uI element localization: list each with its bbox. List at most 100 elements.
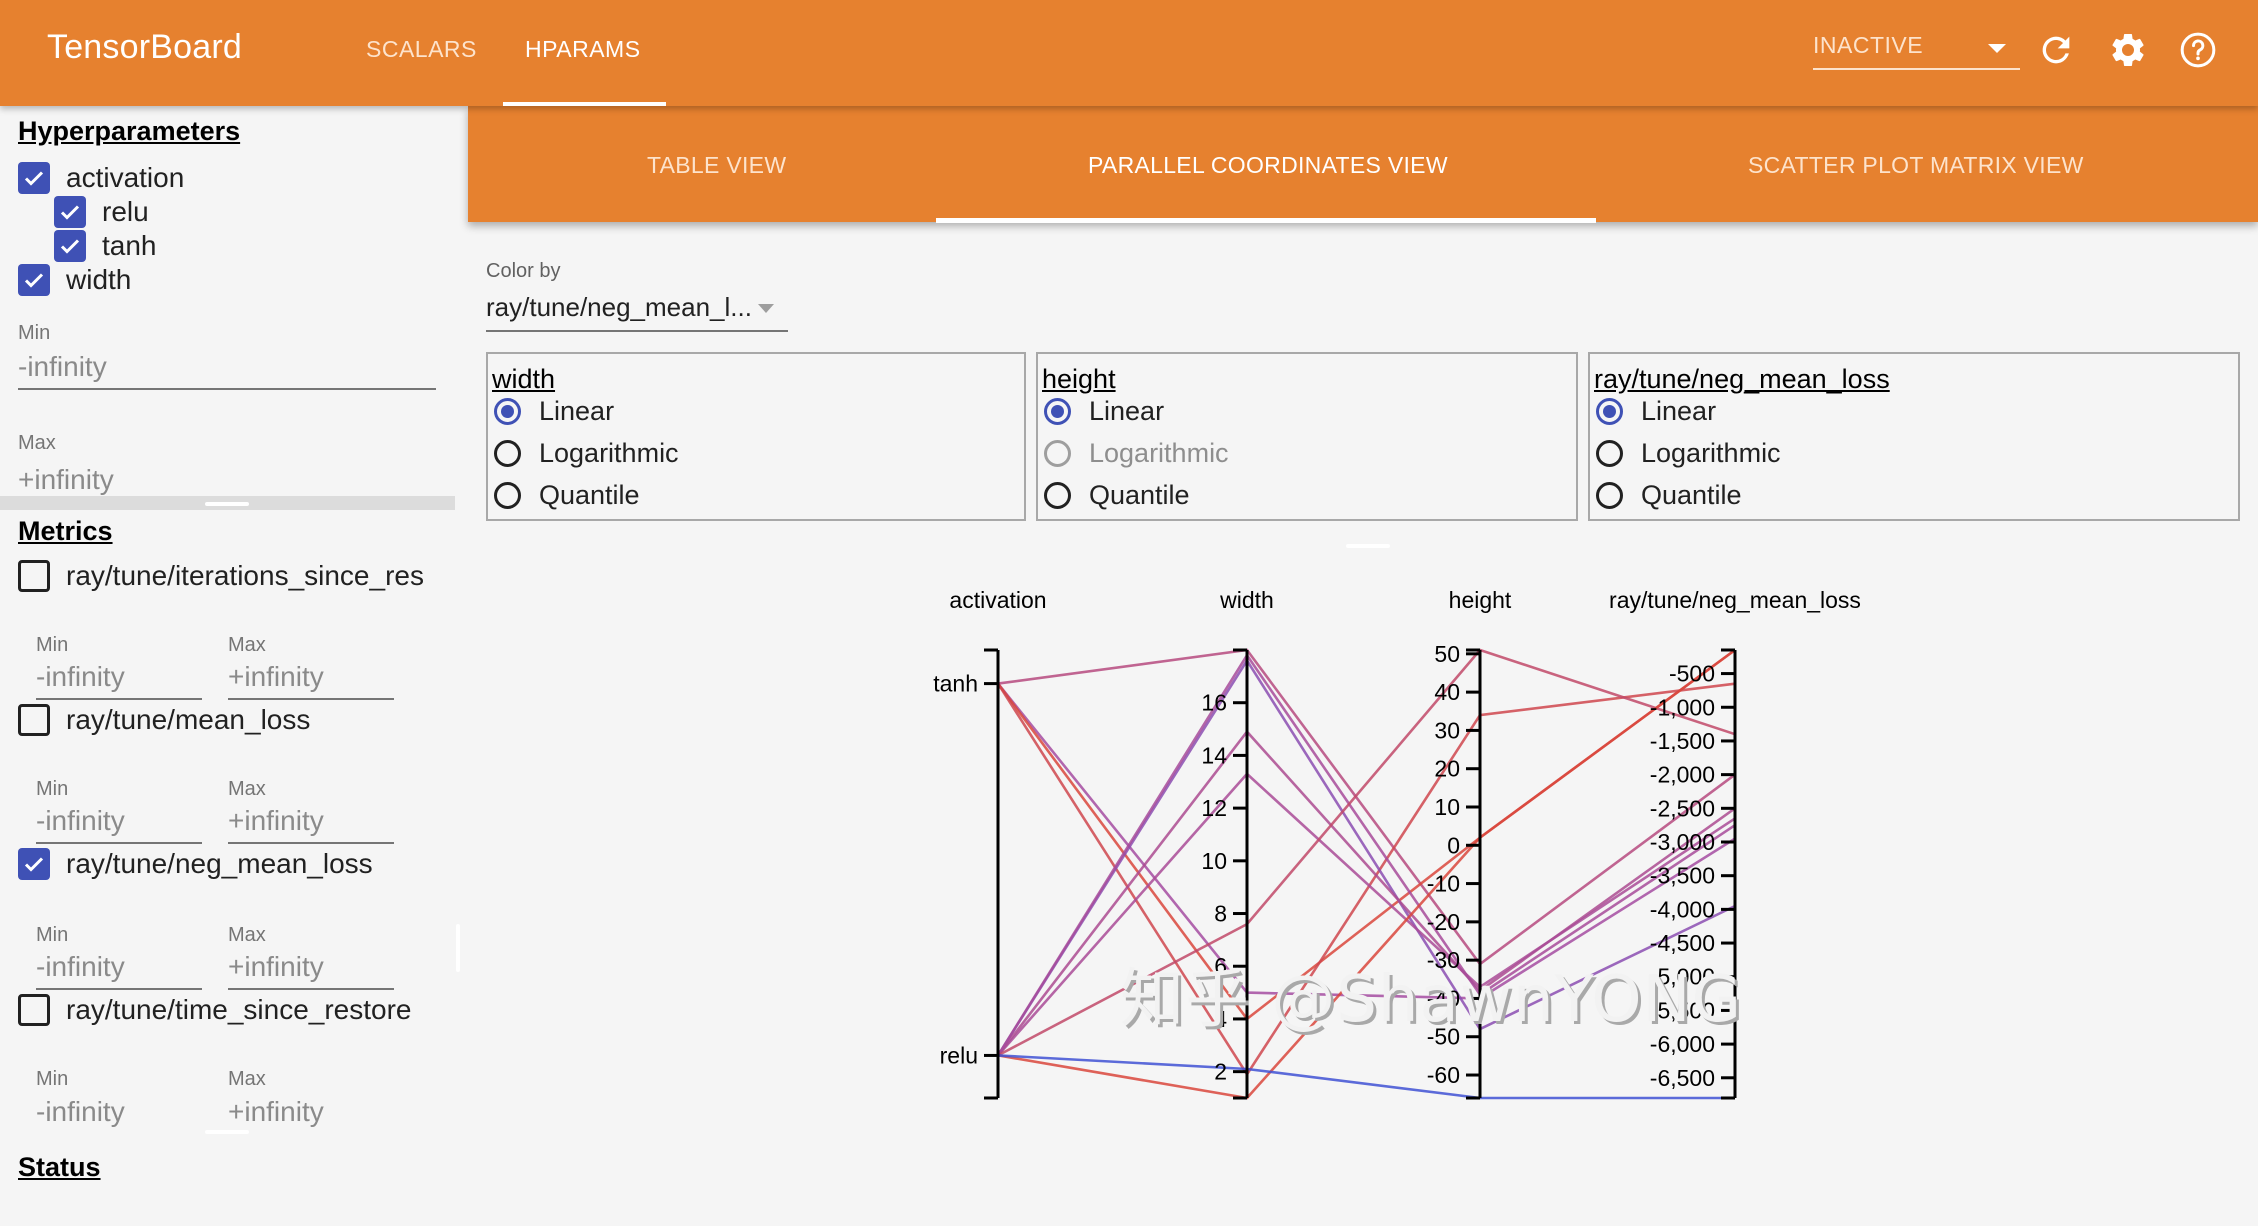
status-heading: Status bbox=[18, 1152, 101, 1182]
scale-options-height: height Linear Logarithmic Quantile bbox=[1036, 352, 1578, 521]
metric-checkbox-iterations-since-restore[interactable]: ray/tune/iterations_since_res bbox=[18, 560, 424, 592]
metric-max-input[interactable] bbox=[228, 800, 394, 844]
main-content: TABLE VIEW PARALLEL COORDINATES VIEW SCA… bbox=[468, 106, 2258, 1190]
active-tab-indicator bbox=[503, 102, 666, 106]
app-title: TensorBoard bbox=[47, 28, 242, 66]
checkbox-label: width bbox=[66, 264, 132, 295]
chevron-down-icon bbox=[1988, 44, 2006, 53]
axis-tick-label: 10 bbox=[1201, 848, 1227, 874]
metric-checkbox-mean-loss[interactable]: ray/tune/mean_loss bbox=[18, 704, 310, 736]
checkbox-checked-icon bbox=[54, 230, 86, 262]
metric-max-input[interactable] bbox=[228, 656, 394, 700]
axis-tick-label: 14 bbox=[1201, 742, 1227, 768]
radio-label: Linear bbox=[1089, 396, 1165, 426]
width-max-input[interactable] bbox=[18, 458, 436, 496]
metric-min-input[interactable] bbox=[36, 946, 202, 990]
axis-tick-label: 12 bbox=[1201, 795, 1227, 821]
metric-max-input[interactable] bbox=[228, 946, 394, 990]
metric-min-label: Min bbox=[36, 778, 69, 800]
settings-icon[interactable] bbox=[2108, 30, 2148, 70]
axis-tick-label: 8 bbox=[1214, 901, 1227, 927]
nav-tab-scalars[interactable]: SCALARS bbox=[366, 36, 477, 63]
axis-tick-label: 6 bbox=[1214, 953, 1227, 979]
color-by-dropdown[interactable]: ray/tune/neg_mean_l... bbox=[486, 292, 788, 332]
scale-options-width: width Linear Logarithmic Quantile bbox=[486, 352, 1026, 521]
top-app-bar: TensorBoard SCALARS HPARAMS INACTIVE bbox=[0, 0, 2258, 106]
scale-options-neg-mean-loss: ray/tune/neg_mean_loss Linear Logarithmi… bbox=[1588, 352, 2240, 521]
radio-quantile[interactable]: Quantile bbox=[1044, 480, 1190, 511]
radio-linear[interactable]: Linear bbox=[494, 396, 614, 427]
metric-min-input[interactable] bbox=[36, 656, 202, 700]
metric-max-label: Max bbox=[228, 778, 266, 800]
hparam-checkbox-width[interactable]: width bbox=[18, 264, 131, 296]
tab-scatter-plot-matrix-view[interactable]: SCATTER PLOT MATRIX VIEW bbox=[1748, 152, 2084, 179]
axis-title: height bbox=[1449, 587, 1512, 613]
run-selector-dropdown[interactable]: INACTIVE bbox=[1813, 32, 2020, 70]
panel-resize-handle[interactable] bbox=[205, 502, 249, 506]
metric-checkbox-neg-mean-loss[interactable]: ray/tune/neg_mean_loss bbox=[18, 848, 373, 880]
radio-label: Linear bbox=[539, 396, 615, 426]
width-min-input[interactable] bbox=[18, 346, 436, 390]
help-icon[interactable] bbox=[2178, 30, 2218, 70]
hparam-checkbox-relu[interactable]: relu bbox=[54, 196, 149, 228]
metric-checkbox-time-since-restore[interactable]: ray/tune/time_since_restore bbox=[18, 994, 412, 1026]
hparam-checkbox-tanh[interactable]: tanh bbox=[54, 230, 157, 262]
radio-disabled-icon bbox=[1044, 440, 1071, 467]
axis-tick-label: 20 bbox=[1434, 756, 1460, 782]
axis-tick-label: 30 bbox=[1434, 717, 1460, 743]
run-line-9 bbox=[997, 648, 1736, 1100]
radio-label: Linear bbox=[1641, 396, 1717, 426]
checkbox-label: ray/tune/neg_mean_loss bbox=[66, 848, 373, 879]
tab-parallel-coordinates-view[interactable]: PARALLEL COORDINATES VIEW bbox=[1088, 152, 1448, 179]
active-view-indicator bbox=[936, 218, 1596, 223]
radio-logarithmic[interactable]: Logarithmic bbox=[494, 438, 679, 469]
hparam-checkbox-activation[interactable]: activation bbox=[18, 162, 184, 194]
axis-tick-label: -4,500 bbox=[1650, 930, 1715, 956]
checkbox-label: ray/tune/iterations_since_res bbox=[66, 560, 424, 591]
checkbox-label: activation bbox=[66, 162, 185, 193]
radio-quantile[interactable]: Quantile bbox=[494, 480, 640, 511]
status-panel: Status bbox=[0, 1140, 455, 1190]
panel-resize-handle[interactable] bbox=[205, 1130, 249, 1134]
panel-resize-handle[interactable] bbox=[1346, 544, 1390, 548]
axis-title: ray/tune/neg_mean_loss bbox=[1609, 587, 1861, 613]
run-line-5 bbox=[996, 729, 1736, 1057]
scale-title: width bbox=[492, 364, 556, 394]
color-by-label: Color by bbox=[486, 260, 561, 282]
metric-max-label: Max bbox=[228, 924, 266, 946]
axis-tick-label: 4 bbox=[1214, 1006, 1227, 1032]
nav-tab-hparams[interactable]: HPARAMS bbox=[525, 36, 641, 63]
metric-min-input[interactable] bbox=[36, 1090, 202, 1134]
axis-tick-label: -10 bbox=[1427, 871, 1460, 897]
refresh-icon[interactable] bbox=[2036, 30, 2076, 70]
axis-tick-label: 2 bbox=[1214, 1059, 1227, 1085]
metric-min-label: Min bbox=[36, 634, 69, 656]
parallel-coordinates-chart[interactable]: activation tanh relu width 2 4 6 8 10 12 14 16 heigh… bbox=[468, 556, 2258, 1190]
axis-tick-label: -4,000 bbox=[1650, 896, 1715, 922]
sidebar-resize-handle[interactable] bbox=[456, 924, 460, 972]
checkbox-checked-icon bbox=[18, 162, 50, 194]
axis-tick-label: -3,500 bbox=[1650, 863, 1715, 889]
radio-linear[interactable]: Linear bbox=[1044, 396, 1164, 427]
metric-min-label: Min bbox=[36, 924, 69, 946]
checkbox-checked-icon bbox=[18, 848, 50, 880]
radio-logarithmic[interactable]: Logarithmic bbox=[1596, 438, 1781, 469]
metrics-heading: Metrics bbox=[18, 516, 113, 546]
metric-min-input[interactable] bbox=[36, 800, 202, 844]
radio-label: Logarithmic bbox=[1089, 438, 1229, 468]
metric-max-input[interactable] bbox=[228, 1090, 394, 1134]
metric-max-label: Max bbox=[228, 1068, 266, 1090]
metrics-panel: Metrics ray/tune/iterations_since_res Mi… bbox=[0, 510, 455, 1226]
tab-table-view[interactable]: TABLE VIEW bbox=[647, 152, 786, 179]
radio-linear[interactable]: Linear bbox=[1596, 396, 1716, 427]
axis-tick-label: -500 bbox=[1669, 661, 1715, 687]
axis-tick-label: -30 bbox=[1427, 947, 1460, 973]
axis-title: activation bbox=[949, 587, 1046, 613]
scale-title: ray/tune/neg_mean_loss bbox=[1594, 364, 1890, 394]
hyperparameters-panel: Hyperparameters activation relu tanh wid… bbox=[0, 106, 455, 496]
radio-quantile[interactable]: Quantile bbox=[1596, 480, 1742, 511]
filter-sidebar: Hyperparameters activation relu tanh wid… bbox=[0, 106, 455, 1226]
axis-tick-label: -1,500 bbox=[1650, 728, 1715, 754]
checkbox-checked-icon bbox=[18, 264, 50, 296]
radio-unselected-icon bbox=[494, 440, 521, 467]
